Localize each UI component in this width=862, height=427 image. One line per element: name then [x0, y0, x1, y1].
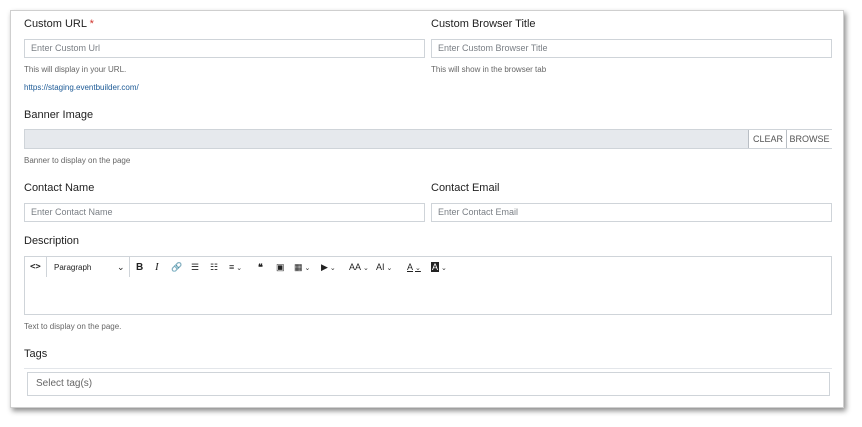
font-color-glyph: A	[407, 262, 414, 272]
image-icon[interactable]: ▣	[276, 260, 285, 275]
format-select-value: Paragraph	[54, 263, 92, 272]
bold-icon[interactable]: B	[136, 260, 143, 275]
font-color-icon[interactable]: A ⌄	[407, 260, 421, 275]
custom-url-help: This will display in your URL.	[24, 65, 127, 74]
contact-name-input[interactable]: Enter Contact Name	[24, 203, 425, 222]
highlight-icon[interactable]: A ⌄	[431, 260, 447, 275]
description-editor[interactable]	[24, 277, 832, 315]
description-label: Description	[24, 235, 80, 247]
highlight-glyph: A	[431, 262, 440, 272]
quote-icon[interactable]: ❝	[258, 260, 263, 275]
text-case-glyph: AI	[376, 262, 385, 272]
form-card: Custom URL * Enter Custom Url This will …	[10, 10, 844, 408]
contact-email-input[interactable]: Enter Contact Email	[431, 203, 832, 222]
table-glyph: ▦	[294, 262, 303, 272]
media-icon[interactable]: ▶ ⌄	[321, 260, 336, 275]
custom-title-help: This will show in the browser tab	[431, 65, 547, 74]
bullet-list-icon[interactable]: ☰	[191, 260, 199, 275]
table-icon[interactable]: ▦ ⌄	[294, 260, 310, 275]
align-icon[interactable]: ≡ ⌄	[229, 260, 242, 275]
description-help: Text to display on the page.	[24, 322, 122, 331]
custom-url-input[interactable]: Enter Custom Url	[24, 39, 425, 58]
custom-url-label-text: Custom URL	[24, 18, 87, 30]
chevron-down-icon[interactable]: ⌄	[117, 260, 125, 275]
media-glyph: ▶	[321, 262, 328, 272]
italic-icon[interactable]: I	[155, 260, 159, 275]
contact-email-label: Contact Email	[431, 182, 500, 194]
numbered-list-icon[interactable]: ☷	[210, 260, 218, 275]
required-mark: *	[89, 18, 94, 30]
tags-label: Tags	[24, 348, 48, 360]
banner-help: Banner to display on the page	[24, 156, 131, 165]
font-size-glyph: AA	[349, 262, 362, 272]
custom-title-input[interactable]: Enter Custom Browser Title	[431, 39, 832, 58]
align-glyph: ≡	[229, 262, 235, 272]
format-select[interactable]: Paragraph	[54, 260, 91, 275]
font-size-icon[interactable]: AA ⌄	[349, 260, 369, 275]
custom-title-label: Custom Browser Title	[431, 18, 536, 30]
tags-divider	[24, 368, 832, 369]
text-case-icon[interactable]: AI ⌄	[376, 260, 392, 275]
custom-url-label: Custom URL *	[24, 18, 94, 30]
tags-select[interactable]: Select tag(s)	[27, 372, 830, 396]
link-icon[interactable]: 🔗	[171, 260, 182, 275]
clear-button[interactable]: CLEAR	[748, 130, 787, 148]
toolbar-divider	[46, 257, 47, 277]
banner-input[interactable]: CLEAR BROWSE	[24, 129, 832, 149]
browse-button[interactable]: BROWSE	[786, 130, 832, 148]
editor-toolbar: <> Paragraph ⌄ B I 🔗 ☰ ☷ ≡ ⌄ ❝ ▣ ▦ ⌄ ▶ ⌄ AA…	[24, 256, 832, 278]
contact-name-label: Contact Name	[24, 182, 95, 194]
toolbar-divider	[129, 257, 130, 277]
base-url-link[interactable]: https://staging.eventbuilder.com/	[24, 83, 139, 92]
banner-label: Banner Image	[24, 109, 94, 121]
source-code-icon[interactable]: <>	[30, 260, 41, 275]
